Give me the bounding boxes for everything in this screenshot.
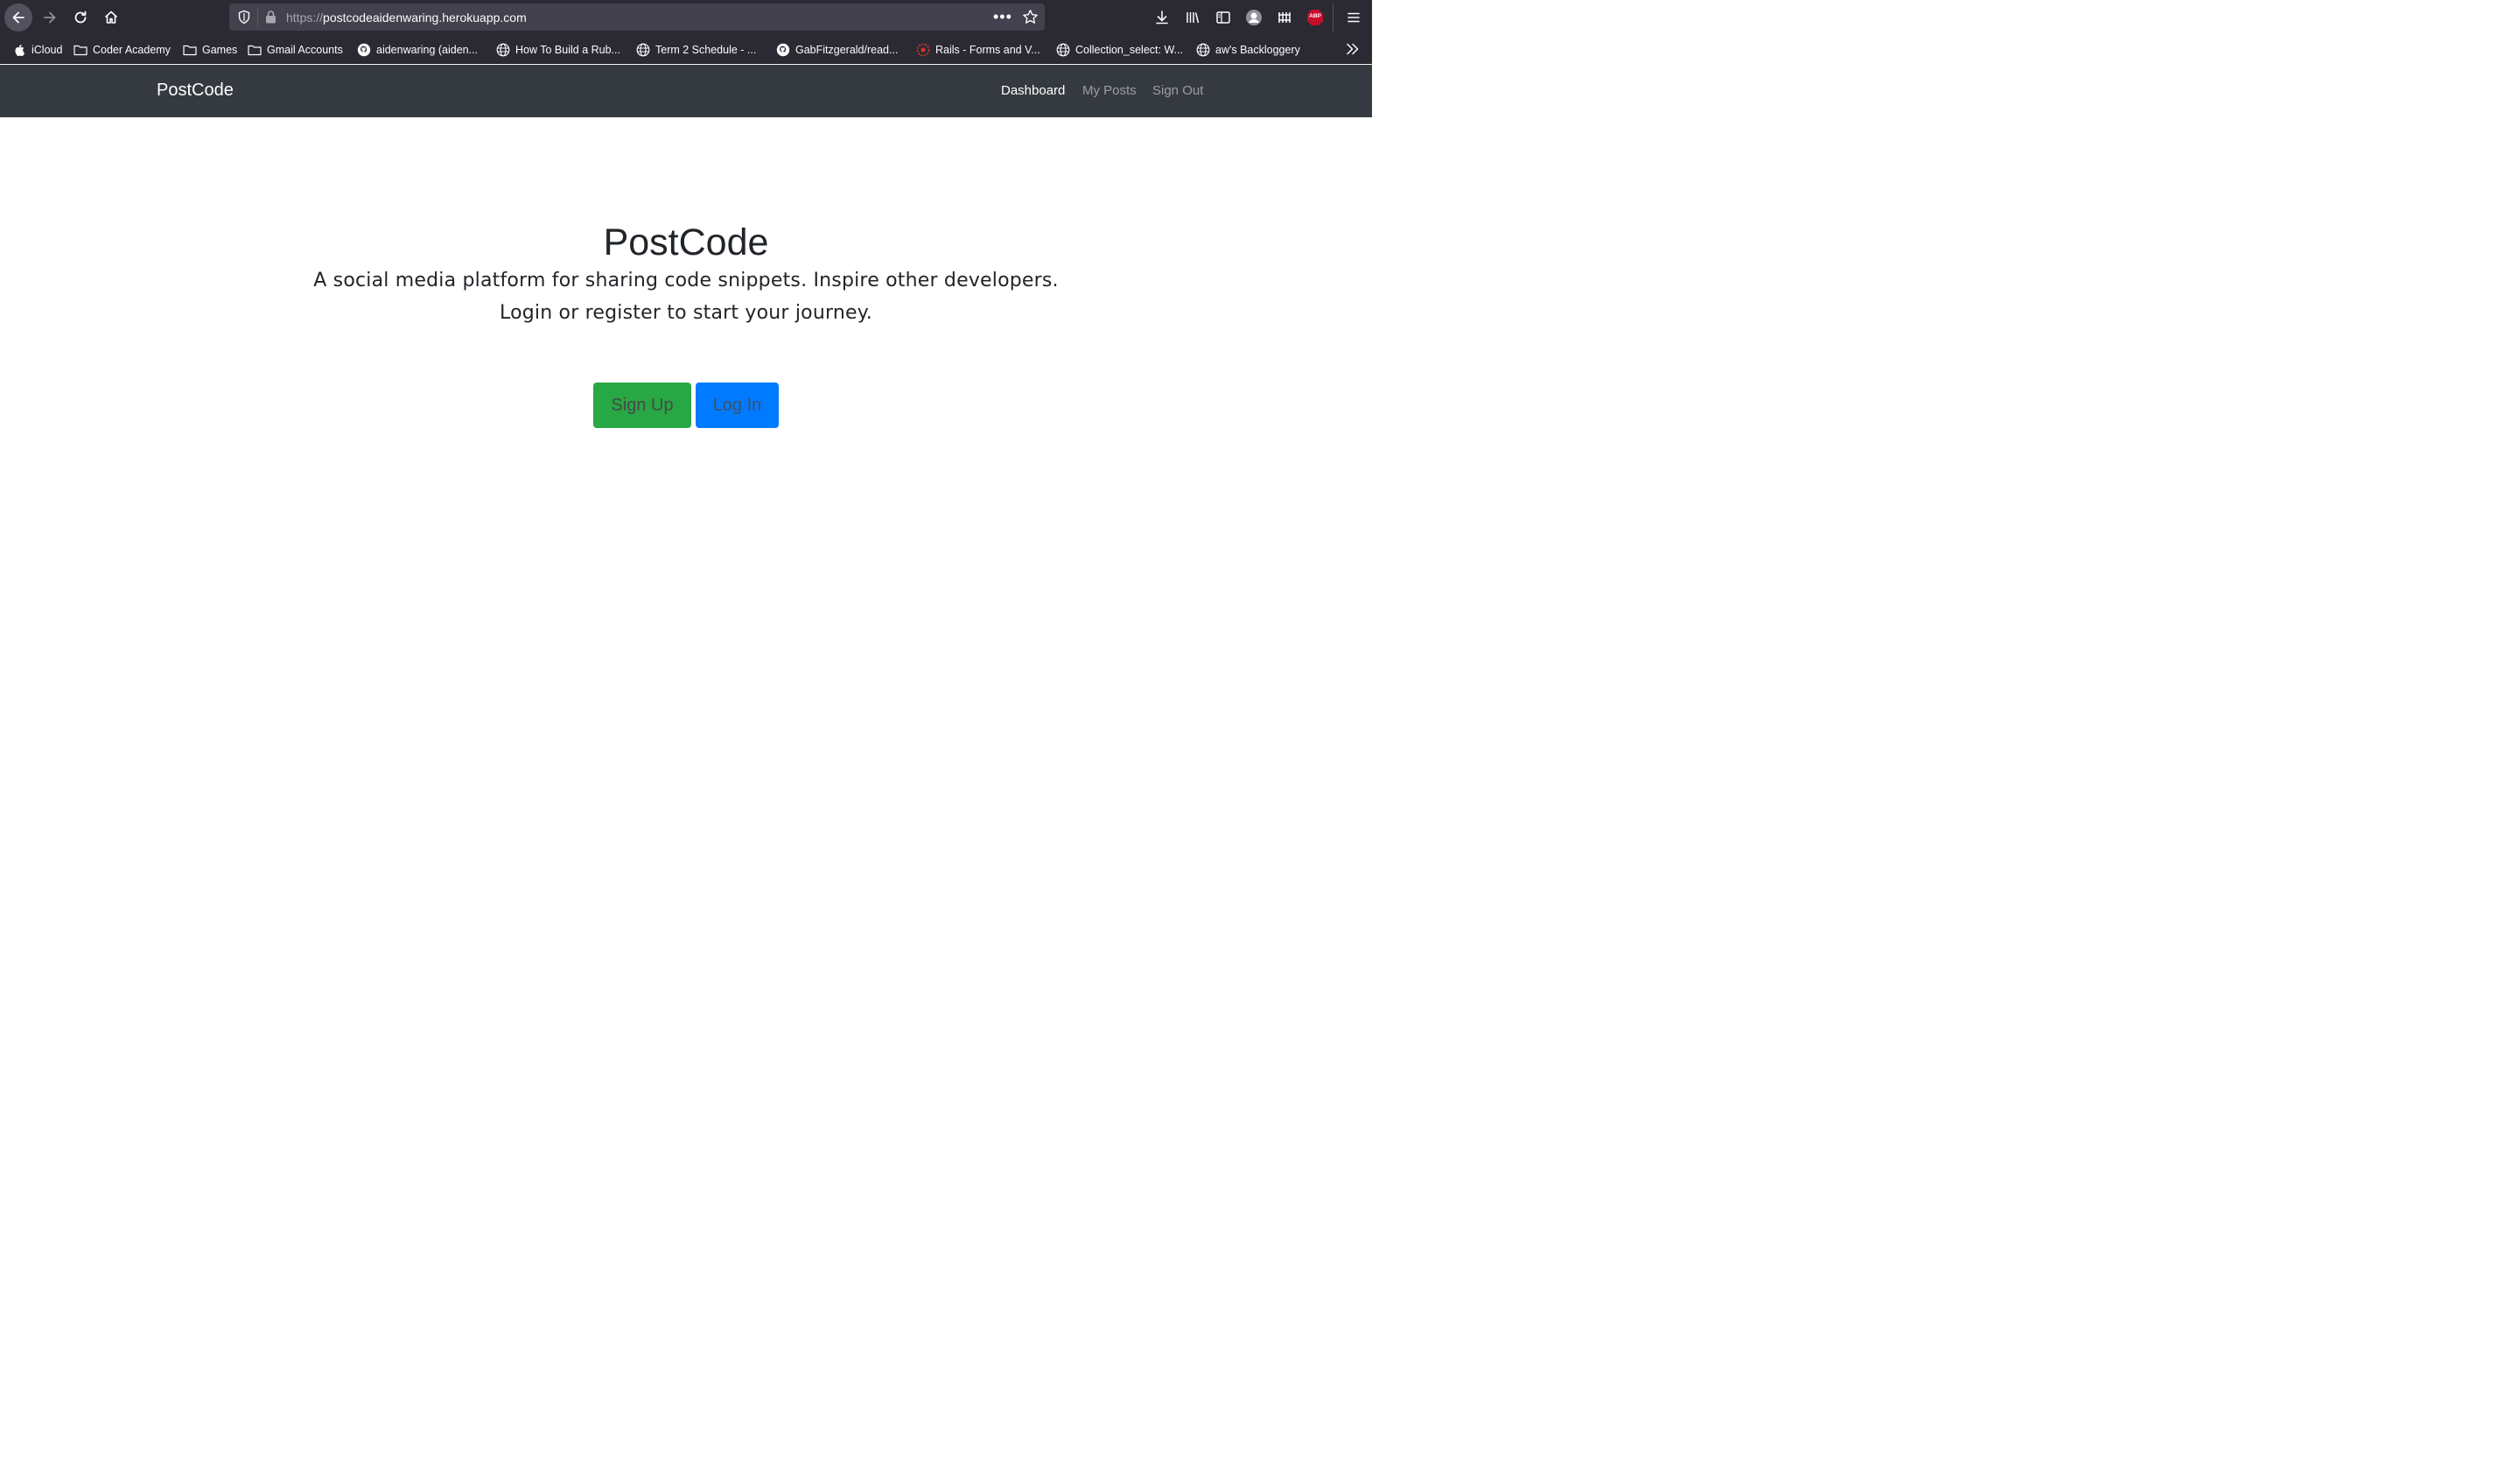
toolbar-right-icons: ABP (0, 4, 1372, 32)
site-navbar: PostCode Dashboard My Posts Sign Out (0, 65, 1372, 117)
bookmark-label: aidenwaring (aiden... (376, 44, 479, 56)
nav-link-dashboard[interactable]: Dashboard (1001, 83, 1065, 98)
bookmark-label: Coder Academy (93, 44, 171, 56)
apple-icon (12, 43, 26, 57)
account-avatar-icon[interactable] (1243, 7, 1264, 28)
bookmark-item[interactable]: GabFitzgerald/read... (776, 42, 898, 58)
bookmark-label: Games (202, 44, 238, 56)
browser-toolbar: https://postcodeaidenwaring.herokuapp.co… (0, 0, 1372, 35)
download-icon[interactable] (1152, 7, 1172, 28)
github-icon (357, 43, 371, 57)
bookmark-item[interactable]: Rails - Forms and V... (916, 42, 1040, 58)
adblock-plus-icon[interactable]: ABP (1305, 7, 1326, 28)
bookmarks-toolbar: iCloud Coder Academy Games Gmail Account… (0, 35, 1372, 64)
globe-icon (636, 43, 650, 57)
globe-icon (1196, 43, 1210, 57)
bookmark-label: Rails - Forms and V... (935, 44, 1040, 56)
folder-icon (74, 43, 88, 57)
bookmark-item[interactable]: Collection_select: W... (1056, 42, 1183, 58)
bookmark-folder[interactable]: Gmail Accounts (248, 42, 343, 58)
bookmark-item[interactable]: iCloud (12, 42, 62, 58)
sign-up-button[interactable]: Sign Up (593, 383, 691, 428)
bookmark-item[interactable]: aw's Backloggery (1196, 42, 1300, 58)
bookmark-label: Term 2 Schedule - ... (655, 44, 757, 56)
nav-link-my-posts[interactable]: My Posts (1082, 83, 1137, 98)
bookmark-folder[interactable]: Games (183, 42, 237, 58)
globe-icon (1056, 43, 1070, 57)
extension-grid-icon[interactable] (1274, 7, 1295, 28)
bookmark-label: aw's Backloggery (1215, 44, 1300, 56)
bookmark-label: iCloud (32, 44, 63, 56)
bookmark-label: GabFitzgerald/read... (795, 44, 899, 56)
bookmark-label: How To Build a Rub... (515, 44, 620, 56)
toolbar-divider (1333, 4, 1334, 32)
nav-link-sign-out[interactable]: Sign Out (1152, 83, 1203, 98)
sidebar-icon[interactable] (1213, 7, 1234, 28)
chevron-double-right-icon[interactable] (1345, 41, 1361, 61)
hero-call-to-action: Login or register to start your journey. (500, 302, 872, 324)
log-in-button[interactable]: Log In (696, 383, 779, 428)
hero-description: A social media platform for sharing code… (313, 270, 1059, 291)
bookmark-item[interactable]: How To Build a Rub... (496, 42, 620, 58)
bookmark-folder[interactable]: Coder Academy (74, 42, 171, 58)
bookmark-item[interactable]: Term 2 Schedule - ... (636, 42, 756, 58)
bookmark-label: Gmail Accounts (267, 44, 343, 56)
navbar-brand[interactable]: PostCode (157, 81, 234, 101)
github-icon (776, 43, 790, 57)
menu-hamburger-icon[interactable] (1343, 7, 1364, 28)
library-icon[interactable] (1182, 7, 1203, 28)
abp-badge-text: ABP (1309, 13, 1321, 19)
globe-icon (496, 43, 510, 57)
bookmark-item[interactable]: aidenwaring (aiden... (357, 42, 478, 58)
folder-icon (183, 43, 197, 57)
rails-icon (916, 43, 930, 57)
page-title: PostCode (603, 221, 769, 263)
folder-icon (248, 43, 262, 57)
bookmark-label: Collection_select: W... (1075, 44, 1183, 56)
